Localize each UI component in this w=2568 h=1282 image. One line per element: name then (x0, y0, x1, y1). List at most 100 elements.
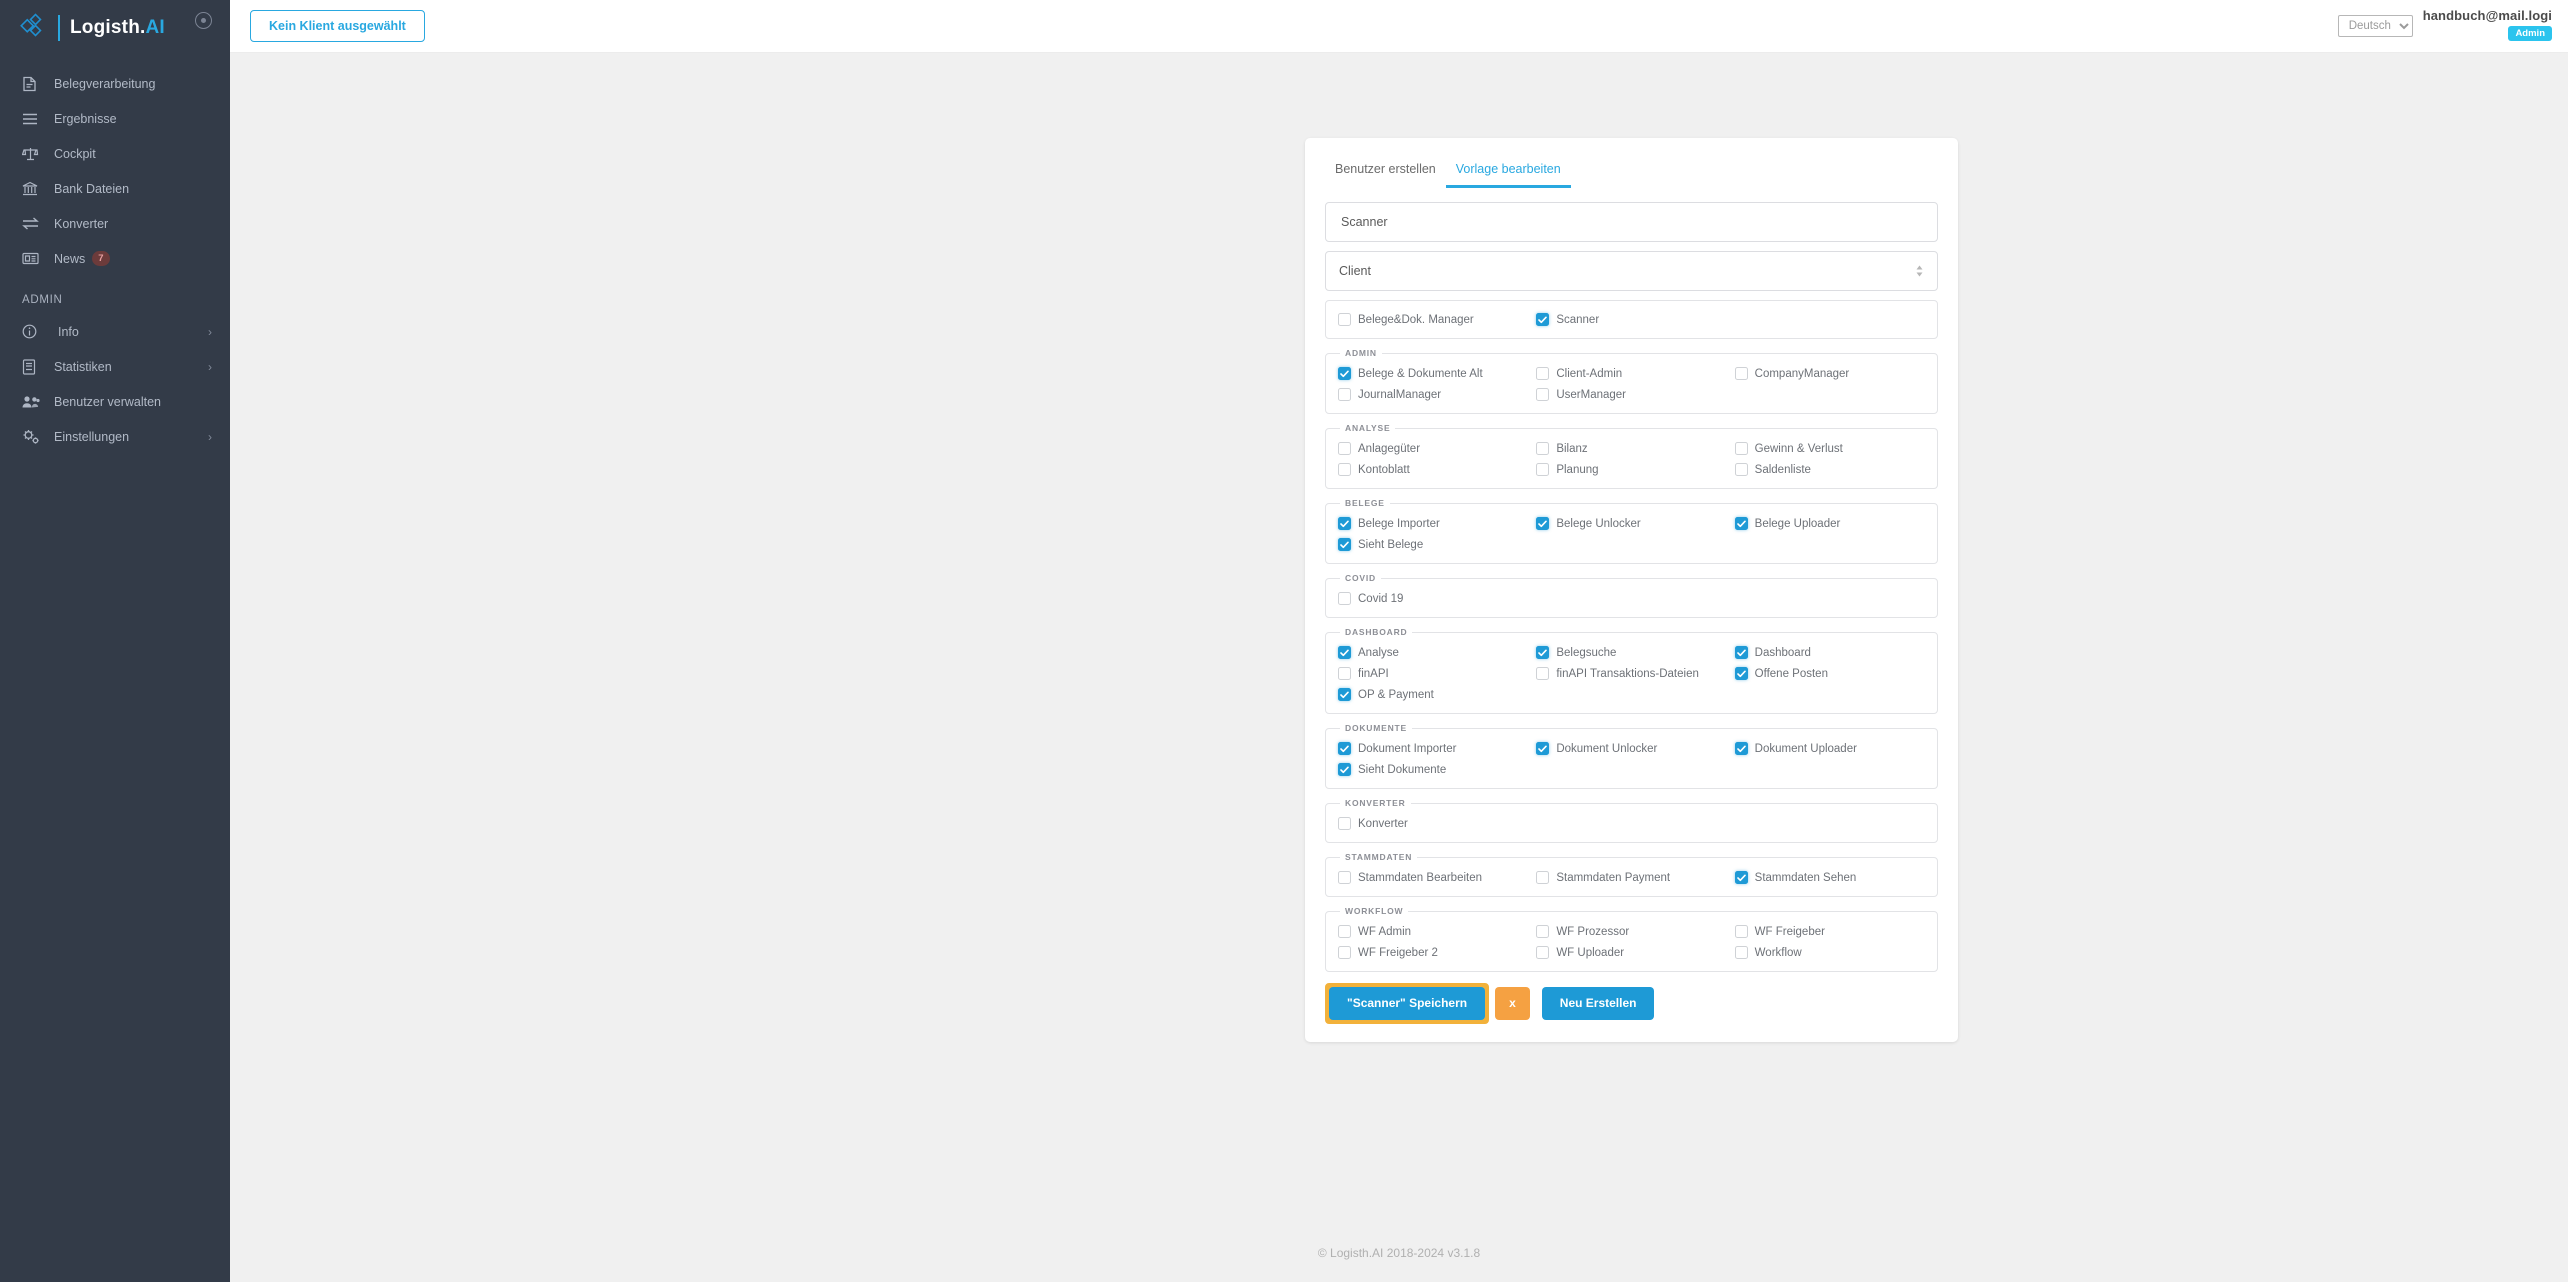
sidebar-item-statistiken[interactable]: Statistiken › (0, 349, 230, 384)
sidebar-item-benutzer-verwalten[interactable]: Benutzer verwalten (0, 384, 230, 419)
tab-benutzer-erstellen[interactable]: Benutzer erstellen (1325, 156, 1446, 188)
sidebar-item-label: Ergebnisse (54, 111, 117, 126)
sidebar-item-belegverarbeitung[interactable]: Belegverarbeitung (0, 66, 230, 101)
permission-checkbox-scanner[interactable]: Scanner (1536, 311, 1726, 329)
power-icon[interactable] (195, 12, 212, 29)
sidebar-item-bank-dateien[interactable]: Bank Dateien (0, 171, 230, 206)
permission-label: Dashboard (1754, 647, 1811, 659)
empty-checkbox-icon (1536, 388, 1550, 401)
permission-checkbox-workflow[interactable]: Workflow (1734, 944, 1925, 962)
permission-checkbox-finapi-transaktions-dateien[interactable]: finAPI Transaktions-Dateien (1536, 665, 1726, 683)
empty-checkbox-icon (1536, 946, 1550, 959)
permission-group-analyse: ANALYSE Anlagegüter Bilanz Gewinn & Verlust… (1325, 423, 1938, 489)
template-name-input[interactable] (1339, 214, 1924, 230)
sidebar-item-konverter[interactable]: Konverter 7 (0, 206, 230, 241)
permission-checkbox-client-admin[interactable]: Client-Admin (1536, 365, 1726, 383)
permission-checkbox-wf-uploader[interactable]: WF Uploader (1536, 944, 1726, 962)
sidebar-item-ergebnisse[interactable]: Ergebnisse (0, 101, 230, 136)
permission-checkbox-dashboard[interactable]: Dashboard (1734, 644, 1925, 662)
empty-checkbox-icon (1734, 925, 1748, 938)
permission-checkbox-belegsuche[interactable]: Belegsuche (1536, 644, 1726, 662)
permission-label: Belegsuche (1556, 647, 1617, 659)
exchange-icon (22, 215, 44, 233)
permission-checkbox-companymanager[interactable]: CompanyManager (1734, 365, 1925, 383)
permission-label: Gewinn & Verlust (1754, 443, 1843, 455)
checkmark-icon (1734, 517, 1748, 530)
tab-vorlage-bearbeiten[interactable]: Vorlage bearbeiten (1445, 156, 1571, 188)
template-name-field[interactable] (1325, 202, 1938, 242)
content-area: Benutzer erstellen Vorlage bearbeiten Cl… (230, 53, 2568, 1246)
permission-checkbox-planung[interactable]: Planung (1536, 461, 1726, 479)
save-button-highlight: "Scanner" Speichern (1325, 983, 1490, 1024)
permission-label: Belege & Dokumente Alt (1358, 368, 1483, 380)
main-nav: Belegverarbeitung Ergebnisse Cockpit Ban… (0, 66, 230, 454)
permission-checkbox-dokument-importer[interactable]: Dokument Importer (1338, 740, 1528, 758)
permission-checkbox-offene-posten[interactable]: Offene Posten (1734, 665, 1925, 683)
empty-checkbox-icon (1536, 442, 1550, 455)
permission-checkbox-stammdaten-sehen[interactable]: Stammdaten Sehen (1734, 869, 1925, 887)
permission-checkbox-wf-freigeber-2[interactable]: WF Freigeber 2 (1338, 944, 1528, 962)
permission-checkbox-sieht-dokumente[interactable]: Sieht Dokumente (1338, 761, 1528, 779)
sidebar-item-einstellungen[interactable]: Einstellungen › (0, 419, 230, 454)
sidebar-item-label: Cockpit (54, 146, 96, 161)
permission-label: WF Freigeber 2 (1358, 947, 1438, 959)
permission-grid: Stammdaten Bearbeiten Stammdaten Payment S… (1338, 869, 1925, 887)
permission-label: Stammdaten Sehen (1754, 872, 1857, 884)
permission-checkbox-dokument-unlocker[interactable]: Dokument Unlocker (1536, 740, 1726, 758)
permission-checkbox-belege-unlocker[interactable]: Belege Unlocker (1536, 515, 1726, 533)
permission-group-legend: KONVERTER (1345, 798, 1406, 808)
permission-checkbox-belege-importer[interactable]: Belege Importer (1338, 515, 1528, 533)
permission-label: Belege Uploader (1754, 518, 1841, 530)
permission-label: Dokument Importer (1358, 743, 1457, 755)
checkmark-icon (1338, 538, 1351, 551)
chevron-right-icon: › (208, 429, 212, 444)
sidebar-item-cockpit[interactable]: Cockpit (0, 136, 230, 171)
permission-checkbox-belege-dok-manager[interactable]: Belege&Dok. Manager (1338, 311, 1528, 329)
new-template-button[interactable]: Neu Erstellen (1541, 987, 1655, 1020)
language-select[interactable]: Deutsch (2337, 15, 2413, 37)
permission-checkbox-dokument-uploader[interactable]: Dokument Uploader (1734, 740, 1925, 758)
empty-checkbox-icon (1536, 667, 1550, 680)
card-tabs: Benutzer erstellen Vorlage bearbeiten (1325, 156, 1938, 188)
client-selector-button[interactable]: Kein Klient ausgewählt (250, 9, 425, 43)
permission-checkbox-bilanz[interactable]: Bilanz (1536, 440, 1726, 458)
permission-checkbox-sieht-belege[interactable]: Sieht Belege (1338, 536, 1528, 554)
permission-checkbox-covid-19[interactable]: Covid 19 (1338, 590, 1528, 608)
permission-checkbox-analyse[interactable]: Analyse (1338, 644, 1528, 662)
main-area: Kein Klient ausgewählt Deutsch handbuch@… (230, 0, 2568, 1282)
permission-checkbox-belege-dokumente-alt[interactable]: Belege & Dokumente Alt (1338, 365, 1528, 383)
permission-label: Bilanz (1556, 443, 1588, 455)
permission-checkbox-usermanager[interactable]: UserManager (1536, 386, 1726, 404)
permission-checkbox-finapi[interactable]: finAPI (1338, 665, 1528, 683)
user-role-badge: Admin (2508, 26, 2552, 41)
permission-checkbox-gewinn-verlust[interactable]: Gewinn & Verlust (1734, 440, 1925, 458)
permission-label: WF Admin (1358, 926, 1412, 938)
news-icon (22, 250, 44, 268)
permission-checkbox-stammdaten-bearbeiten[interactable]: Stammdaten Bearbeiten (1338, 869, 1528, 887)
permission-checkbox-op-payment[interactable]: OP & Payment (1338, 686, 1528, 704)
permission-checkbox-journalmanager[interactable]: JournalManager (1338, 386, 1528, 404)
permission-checkbox-wf-prozessor[interactable]: WF Prozessor (1536, 923, 1726, 941)
permission-label: OP & Payment (1358, 689, 1434, 701)
permission-checkbox-kontoblatt[interactable]: Kontoblatt (1338, 461, 1528, 479)
permission-group-dokumente: DOKUMENTE Dokument Importer Dokument Unloc… (1325, 723, 1938, 789)
permission-checkbox-belege-uploader[interactable]: Belege Uploader (1734, 515, 1925, 533)
permission-checkbox-stammdaten-payment[interactable]: Stammdaten Payment (1536, 869, 1726, 887)
permission-group-stammdaten: STAMMDATEN Stammdaten Bearbeiten Stammdate… (1325, 852, 1938, 897)
permission-checkbox-wf-admin[interactable]: WF Admin (1338, 923, 1528, 941)
permission-checkbox-wf-freigeber[interactable]: WF Freigeber (1734, 923, 1925, 941)
client-select[interactable]: Client (1325, 251, 1938, 291)
checkmark-icon (1338, 517, 1351, 530)
empty-checkbox-icon (1734, 367, 1748, 380)
permission-label: Analyse (1358, 647, 1399, 659)
sidebar-item-info[interactable]: Info › (0, 314, 230, 349)
permission-checkbox-konverter[interactable]: Konverter (1338, 815, 1528, 833)
save-template-button[interactable]: "Scanner" Speichern (1329, 987, 1486, 1020)
delete-template-button[interactable]: x (1495, 987, 1530, 1020)
card-actions: "Scanner" Speichern x Neu Erstellen (1325, 983, 1938, 1024)
permission-checkbox-anlageg-ter[interactable]: Anlagegüter (1338, 440, 1528, 458)
empty-checkbox-icon (1734, 442, 1748, 455)
permission-checkbox-saldenliste[interactable]: Saldenliste (1734, 461, 1925, 479)
sidebar-item-news[interactable]: News 7 (0, 241, 230, 276)
sidebar-item-label: Benutzer verwalten (54, 394, 162, 409)
